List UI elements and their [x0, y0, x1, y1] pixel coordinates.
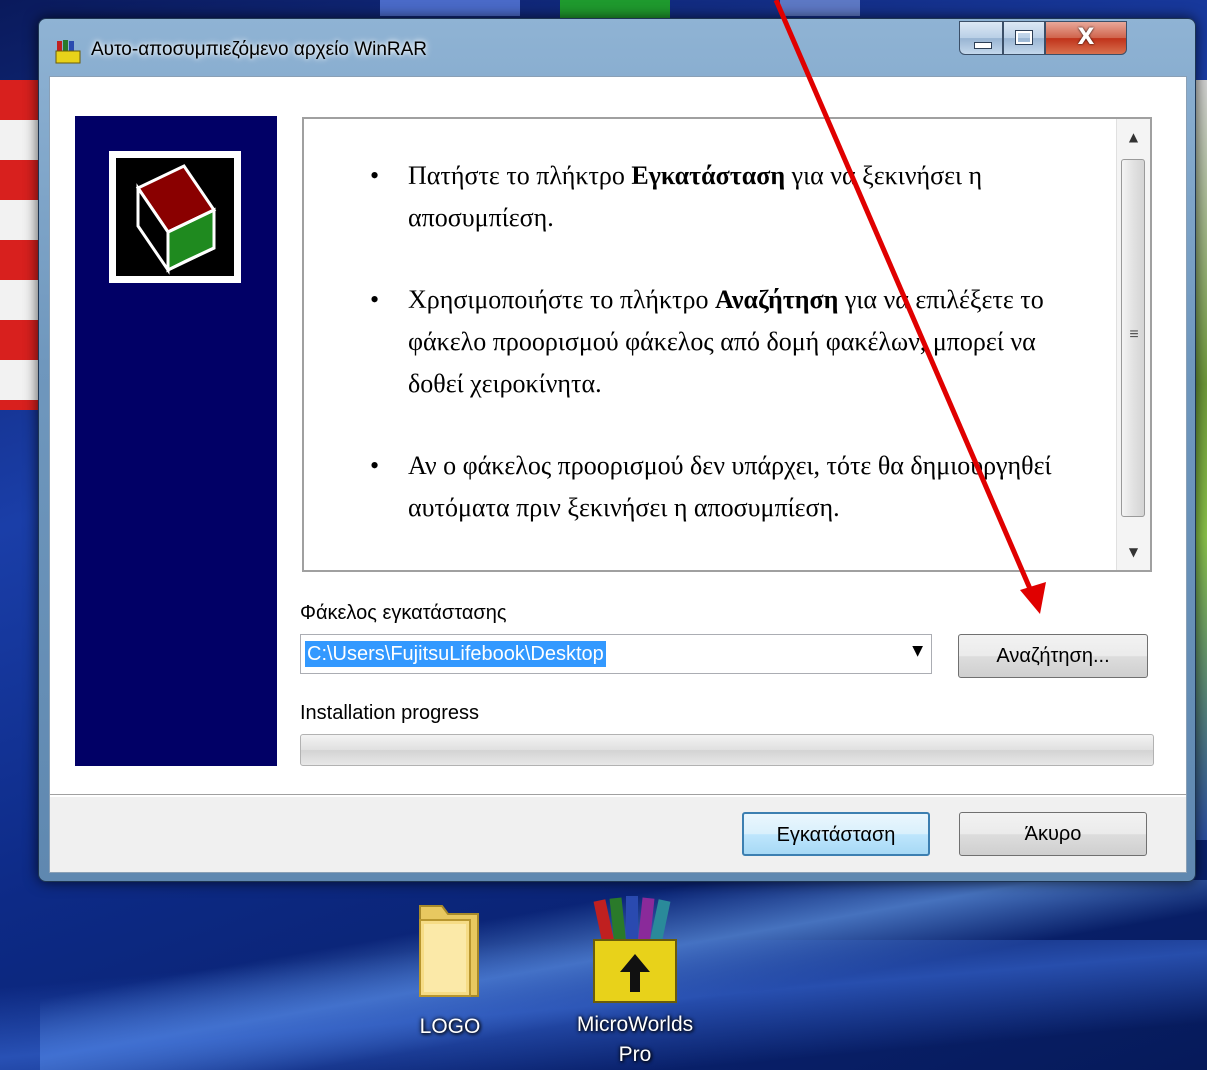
separator	[50, 794, 1186, 797]
winrar-app-icon	[55, 40, 81, 64]
archive-box-icon	[135, 164, 217, 275]
vertical-scrollbar[interactable]: ▲ ≡ ▼	[1116, 119, 1150, 570]
bullet-icon: •	[370, 451, 380, 480]
dialog-client-area: • Πατήστε το πλήκτρο Εγκατάσταση για να ξ…	[49, 76, 1187, 873]
minimize-icon	[974, 42, 992, 49]
bullet-icon: •	[370, 285, 380, 314]
destination-folder-value[interactable]: C:\Users\FujitsuLifebook\Desktop	[305, 641, 606, 667]
close-icon: X	[1077, 25, 1095, 50]
side-banner	[75, 116, 277, 766]
install-button[interactable]: Εγκατάσταση	[742, 812, 930, 856]
chevron-down-icon[interactable]: ▼	[912, 643, 923, 659]
instruction-item: • Πατήστε το πλήκτρο Εγκατάσταση για να ξ…	[354, 155, 1074, 239]
instructions-textbox[interactable]: • Πατήστε το πλήκτρο Εγκατάσταση για να ξ…	[302, 117, 1152, 572]
instructions-list: • Πατήστε το πλήκτρο Εγκατάσταση για να ξ…	[354, 155, 1074, 569]
scroll-up-icon[interactable]: ▲	[1117, 121, 1150, 153]
browse-button[interactable]: Αναζήτηση...	[958, 634, 1148, 678]
window-title: Αυτο-αποσυμπιεζόμενο αρχείο WinRAR	[91, 39, 428, 60]
destination-folder-combobox[interactable]: C:\Users\FujitsuLifebook\Desktop ▼	[300, 634, 932, 674]
winrar-archive-icon	[593, 896, 677, 1003]
cancel-button[interactable]: Άκυρο	[959, 812, 1147, 856]
instruction-item: • Αν ο φάκελος προορισμού δεν υπάρχει, τό…	[354, 445, 1074, 529]
background-window-edge	[780, 0, 860, 16]
sfx-logo	[109, 151, 241, 283]
installation-progress-bar	[300, 734, 1154, 766]
close-button[interactable]: X	[1045, 21, 1127, 55]
desktop-icon-label: MicroWorlds Pro	[576, 1013, 694, 1066]
bullet-icon: •	[370, 161, 380, 190]
scrollbar-thumb[interactable]: ≡	[1121, 159, 1145, 517]
destination-folder-label: Φάκελος εγκατάστασης	[300, 602, 507, 624]
scroll-down-icon[interactable]: ▼	[1117, 536, 1150, 568]
grip-icon: ≡	[1129, 326, 1139, 343]
winrar-sfx-dialog: Αυτο-αποσυμπιεζόμενο αρχείο WinRAR X • Π…	[38, 18, 1196, 882]
title-bar[interactable]: Αυτο-αποσυμπιεζόμενο αρχείο WinRAR X	[39, 19, 1195, 75]
folder-icon	[419, 905, 479, 997]
maximize-icon	[1015, 30, 1033, 45]
desktop-icon-label: LOGO	[419, 1015, 481, 1038]
instruction-item: • Χρησιμοποιήστε το πλήκτρο Αναζήτηση για…	[354, 279, 1074, 405]
background-window-edge	[380, 0, 520, 16]
minimize-button[interactable]	[959, 21, 1003, 55]
dialog-content-panel: • Πατήστε το πλήκτρο Εγκατάσταση για να ξ…	[50, 77, 1186, 794]
maximize-button[interactable]	[1003, 21, 1045, 55]
installation-progress-label: Installation progress	[300, 702, 479, 724]
